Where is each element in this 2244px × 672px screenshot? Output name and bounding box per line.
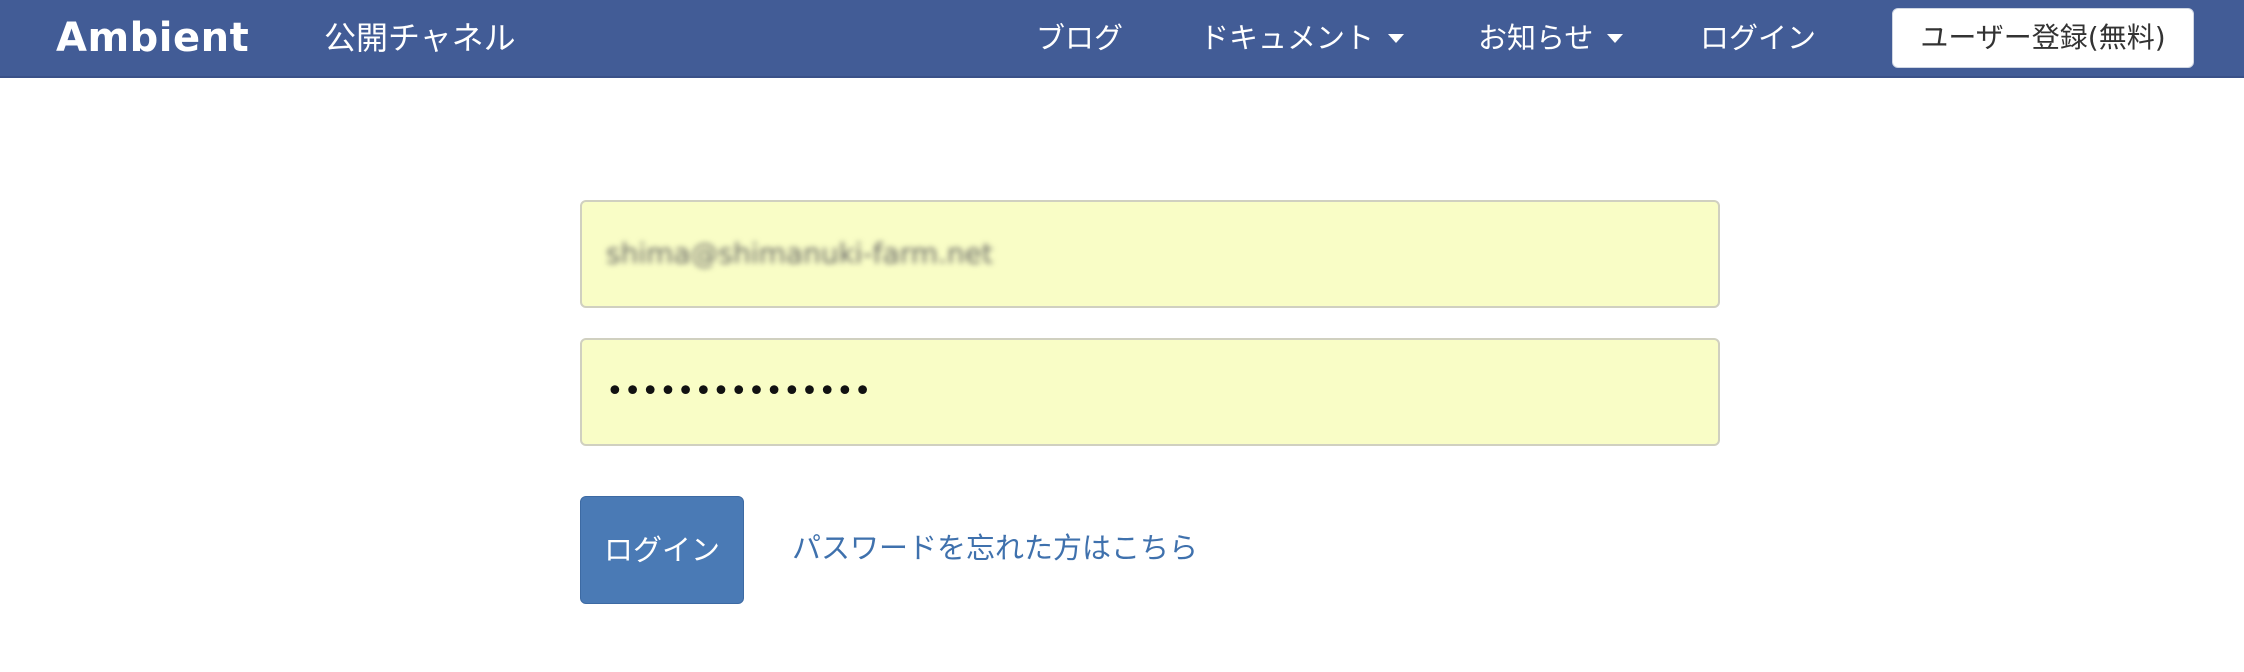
nav-news-label: お知らせ (1478, 21, 1594, 55)
login-button[interactable]: ログイン (580, 496, 744, 604)
nav-public-channels[interactable]: 公開チャネル (324, 10, 516, 66)
email-value: shima@shimanuki-farm.net (606, 237, 993, 270)
brand-logo[interactable]: Ambient (56, 10, 249, 66)
nav-login[interactable]: ログイン (1700, 10, 1816, 66)
password-value: ••••••••••••••• (606, 374, 872, 409)
nav-blog[interactable]: ブログ (1036, 10, 1123, 66)
nav-documents-label: ドキュメント (1200, 21, 1375, 55)
email-field[interactable]: shima@shimanuki-farm.net (580, 200, 1720, 308)
register-button[interactable]: ユーザー登録(無料) (1892, 8, 2194, 68)
top-navbar: Ambient 公開チャネル ブログ ドキュメント お知らせ ログイン ユーザー… (0, 0, 2244, 78)
chevron-down-icon (1388, 33, 1405, 43)
chevron-down-icon (1607, 33, 1624, 43)
nav-news-dropdown[interactable]: お知らせ (1478, 10, 1624, 66)
forgot-password-link[interactable]: パスワードを忘れた方はこちら (792, 520, 1198, 576)
nav-documents-dropdown[interactable]: ドキュメント (1200, 10, 1405, 66)
password-field[interactable]: ••••••••••••••• (580, 338, 1720, 446)
